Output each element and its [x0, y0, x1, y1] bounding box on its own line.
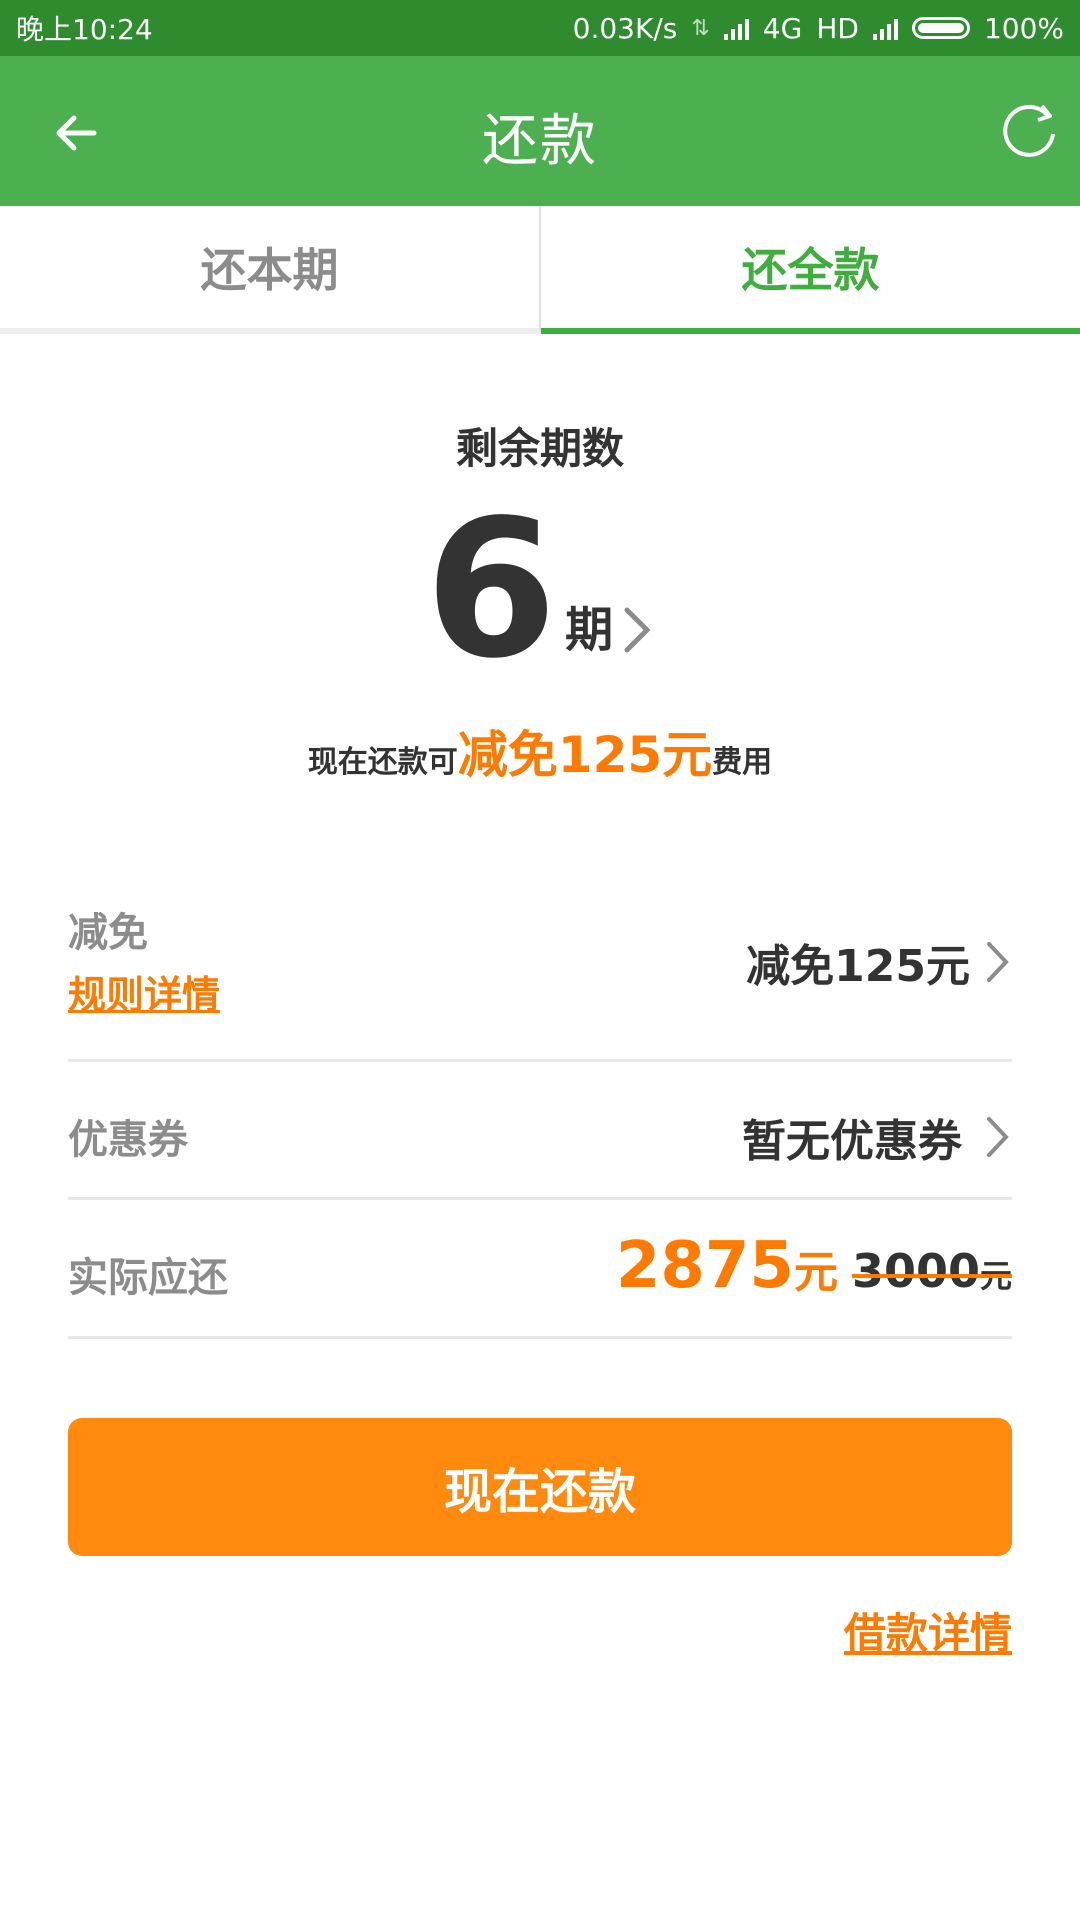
chevron-right-icon [624, 607, 651, 653]
network-type: 4G [762, 11, 803, 45]
coupon-value: 暂无优惠券 [742, 1116, 962, 1167]
battery-level: 100% [983, 11, 1064, 45]
remaining-periods-count: 6 [424, 479, 558, 700]
refresh-icon[interactable] [998, 100, 1060, 162]
remaining-periods-label: 剩余期数 [455, 424, 624, 473]
actual-amount-unit: 元 [793, 1247, 838, 1298]
original-amount-strike: 3000元 [851, 1244, 1013, 1298]
coupon-row[interactable]: 优惠券 暂无优惠券 [68, 1065, 1012, 1200]
actual-payment-row: 实际应还 2875 元 3000元 [68, 1203, 1013, 1339]
battery-icon [911, 17, 970, 39]
rule-details-link[interactable]: 规则详情 [68, 964, 220, 1019]
tab-bar: 还本期 还全款 [0, 206, 1080, 334]
pay-now-button[interactable]: 现在还款 [68, 1418, 1012, 1556]
tab-full-payment[interactable]: 还全款 [541, 206, 1080, 334]
reduction-label: 减免 [68, 910, 148, 956]
actual-amount: 2875 [615, 1229, 794, 1303]
reduction-value-group: 减免125元 [746, 930, 1012, 994]
original-amount: 3000 [851, 1244, 980, 1298]
discount-notice: 现在还款可减免125元费用 [0, 715, 1080, 787]
status-indicators: 0.03K/s ⇅ 4G HD 100% [573, 12, 1064, 45]
loan-details-link[interactable]: 借款详情 [844, 1600, 1012, 1661]
actual-payment-label: 实际应还 [68, 1255, 228, 1301]
reduction-row[interactable]: 减免 规则详情 减免125元 [68, 860, 1012, 1062]
hd-label: HD [816, 11, 859, 45]
tab-current-period[interactable]: 还本期 [0, 206, 541, 334]
data-transfer-icon: ⇅ [691, 15, 710, 41]
status-time: 晚上10:24 [16, 13, 153, 46]
signal-icon [723, 16, 749, 40]
reduction-value: 减免125元 [746, 941, 970, 992]
remaining-periods[interactable]: 6 期 [0, 479, 1080, 700]
coupon-value-group: 暂无优惠券 [742, 1105, 1012, 1169]
discount-suffix: 费用 [712, 745, 773, 780]
coupon-label: 优惠券 [68, 1117, 188, 1163]
remaining-periods-unit: 期 [565, 602, 614, 658]
discount-prefix: 现在还款可 [307, 745, 458, 780]
signal-icon-2 [872, 16, 898, 40]
chevron-right-icon [987, 942, 1009, 982]
original-amount-unit: 元 [979, 1257, 1012, 1295]
status-bar: 晚上10:24 0.03K/s ⇅ 4G HD 100% [0, 0, 1080, 56]
page-title: 还款 [482, 109, 598, 174]
actual-payment-value-group: 2875 元 3000元 [615, 1229, 1013, 1303]
app-bar: 还款 [0, 56, 1080, 206]
discount-highlight: 减免125元 [457, 726, 713, 784]
chevron-right-icon [987, 1117, 1009, 1157]
network-speed: 0.03K/s [572, 11, 678, 45]
